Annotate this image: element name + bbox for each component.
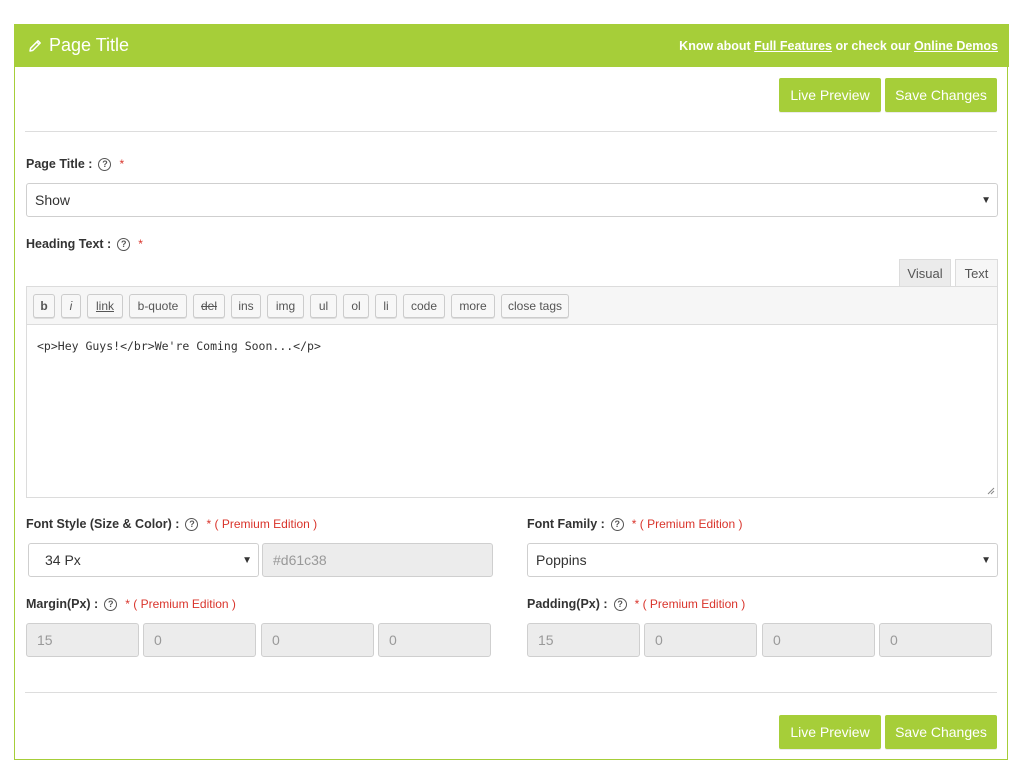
help-icon[interactable]: ? [104, 597, 118, 611]
divider-bottom [25, 692, 997, 693]
premium-edition-note: * ( Premium Edition ) [631, 517, 743, 531]
page-title-select[interactable]: Show ▼ [26, 183, 998, 217]
heading-text-content: <p>Hey Guys!</br>We're Coming Soon...</p… [37, 339, 321, 353]
online-demos-link[interactable]: Online Demos [914, 39, 998, 53]
full-features-link[interactable]: Full Features [754, 39, 832, 53]
quicktag-italic-button[interactable]: i [61, 294, 81, 318]
caret-down-icon: ▼ [981, 555, 991, 566]
live-preview-button-bottom[interactable]: Live Preview [779, 715, 881, 749]
quicktag-more-button[interactable]: more [451, 294, 495, 318]
pencil-icon [29, 39, 41, 52]
quicktag-del-button[interactable]: del [193, 294, 225, 318]
quicktag-ul-button[interactable]: ul [310, 294, 337, 318]
margin-left-input[interactable]: 0 [378, 623, 491, 657]
padding-right-input[interactable]: 0 [644, 623, 757, 657]
margin-top-input[interactable]: 15 [26, 623, 139, 657]
live-preview-button-top[interactable]: Live Preview [779, 78, 881, 112]
help-icon[interactable]: ? [613, 597, 627, 611]
heading-text-textarea[interactable]: <p>Hey Guys!</br>We're Coming Soon...</p… [26, 324, 998, 498]
panel-title-text: Page Title [49, 35, 130, 55]
caret-down-icon: ▼ [242, 555, 252, 566]
help-icon[interactable]: ? [117, 237, 131, 251]
quicktag-close-tags-button[interactable]: close tags [501, 294, 569, 318]
premium-edition-note: * ( Premium Edition ) [634, 597, 746, 611]
links-middle: or check our [831, 38, 914, 53]
quicktag-link-button[interactable]: link [87, 294, 123, 318]
font-color-input[interactable]: #d61c38 [262, 543, 493, 577]
save-changes-button-bottom[interactable]: Save Changes [885, 715, 997, 749]
resize-handle-icon[interactable] [987, 487, 995, 495]
font-size-select[interactable]: 34 Px ▼ [28, 543, 259, 577]
caret-down-icon: ▼ [981, 195, 991, 206]
margin-label: Margin(Px) : ? * ( Premium Edition ) [26, 597, 236, 611]
panel-title: Page Title [27, 24, 129, 67]
tab-visual[interactable]: Visual [899, 259, 951, 287]
quicktags-toolbar: b i link b-quote del ins img ul ol li co… [26, 286, 998, 324]
font-style-label: Font Style (Size & Color) : ? * ( Premiu… [26, 517, 318, 531]
save-changes-button-top[interactable]: Save Changes [885, 78, 997, 112]
header-links: Know about Full Features or check our On… [679, 24, 998, 67]
padding-left-input[interactable]: 0 [879, 623, 992, 657]
quicktag-ins-button[interactable]: ins [231, 294, 261, 318]
padding-top-input[interactable]: 15 [527, 623, 640, 657]
divider-top [25, 131, 997, 132]
padding-label: Padding(Px) : ? * ( Premium Edition ) [527, 597, 746, 611]
help-icon[interactable]: ? [185, 517, 199, 531]
padding-bottom-input[interactable]: 0 [762, 623, 875, 657]
tab-text[interactable]: Text [955, 259, 998, 287]
required-marker: * [119, 157, 125, 171]
font-family-select[interactable]: Poppins ▼ [527, 543, 998, 577]
settings-panel: Page Title Know about Full Features or c… [14, 24, 1009, 760]
panel-header: Page Title Know about Full Features or c… [15, 24, 1009, 67]
quicktag-bquote-button[interactable]: b-quote [129, 294, 187, 318]
quicktag-bold-button[interactable]: b [33, 294, 55, 318]
premium-edition-note: * ( Premium Edition ) [206, 517, 318, 531]
quicktag-li-button[interactable]: li [375, 294, 397, 318]
margin-right-input[interactable]: 0 [143, 623, 256, 657]
help-icon[interactable]: ? [98, 157, 112, 171]
links-prefix: Know about [679, 38, 755, 53]
quicktag-ol-button[interactable]: ol [343, 294, 369, 318]
required-marker: * [138, 237, 143, 251]
page-title-label: Page Title : ? * [26, 157, 125, 171]
quicktag-img-button[interactable]: img [267, 294, 304, 318]
margin-bottom-input[interactable]: 0 [261, 623, 374, 657]
heading-text-label: Heading Text : ? * [26, 237, 143, 251]
premium-edition-note: * ( Premium Edition ) [125, 597, 236, 611]
font-family-label: Font Family : ? * ( Premium Edition ) [527, 517, 743, 531]
help-icon[interactable]: ? [610, 517, 624, 531]
quicktag-code-button[interactable]: code [403, 294, 445, 318]
